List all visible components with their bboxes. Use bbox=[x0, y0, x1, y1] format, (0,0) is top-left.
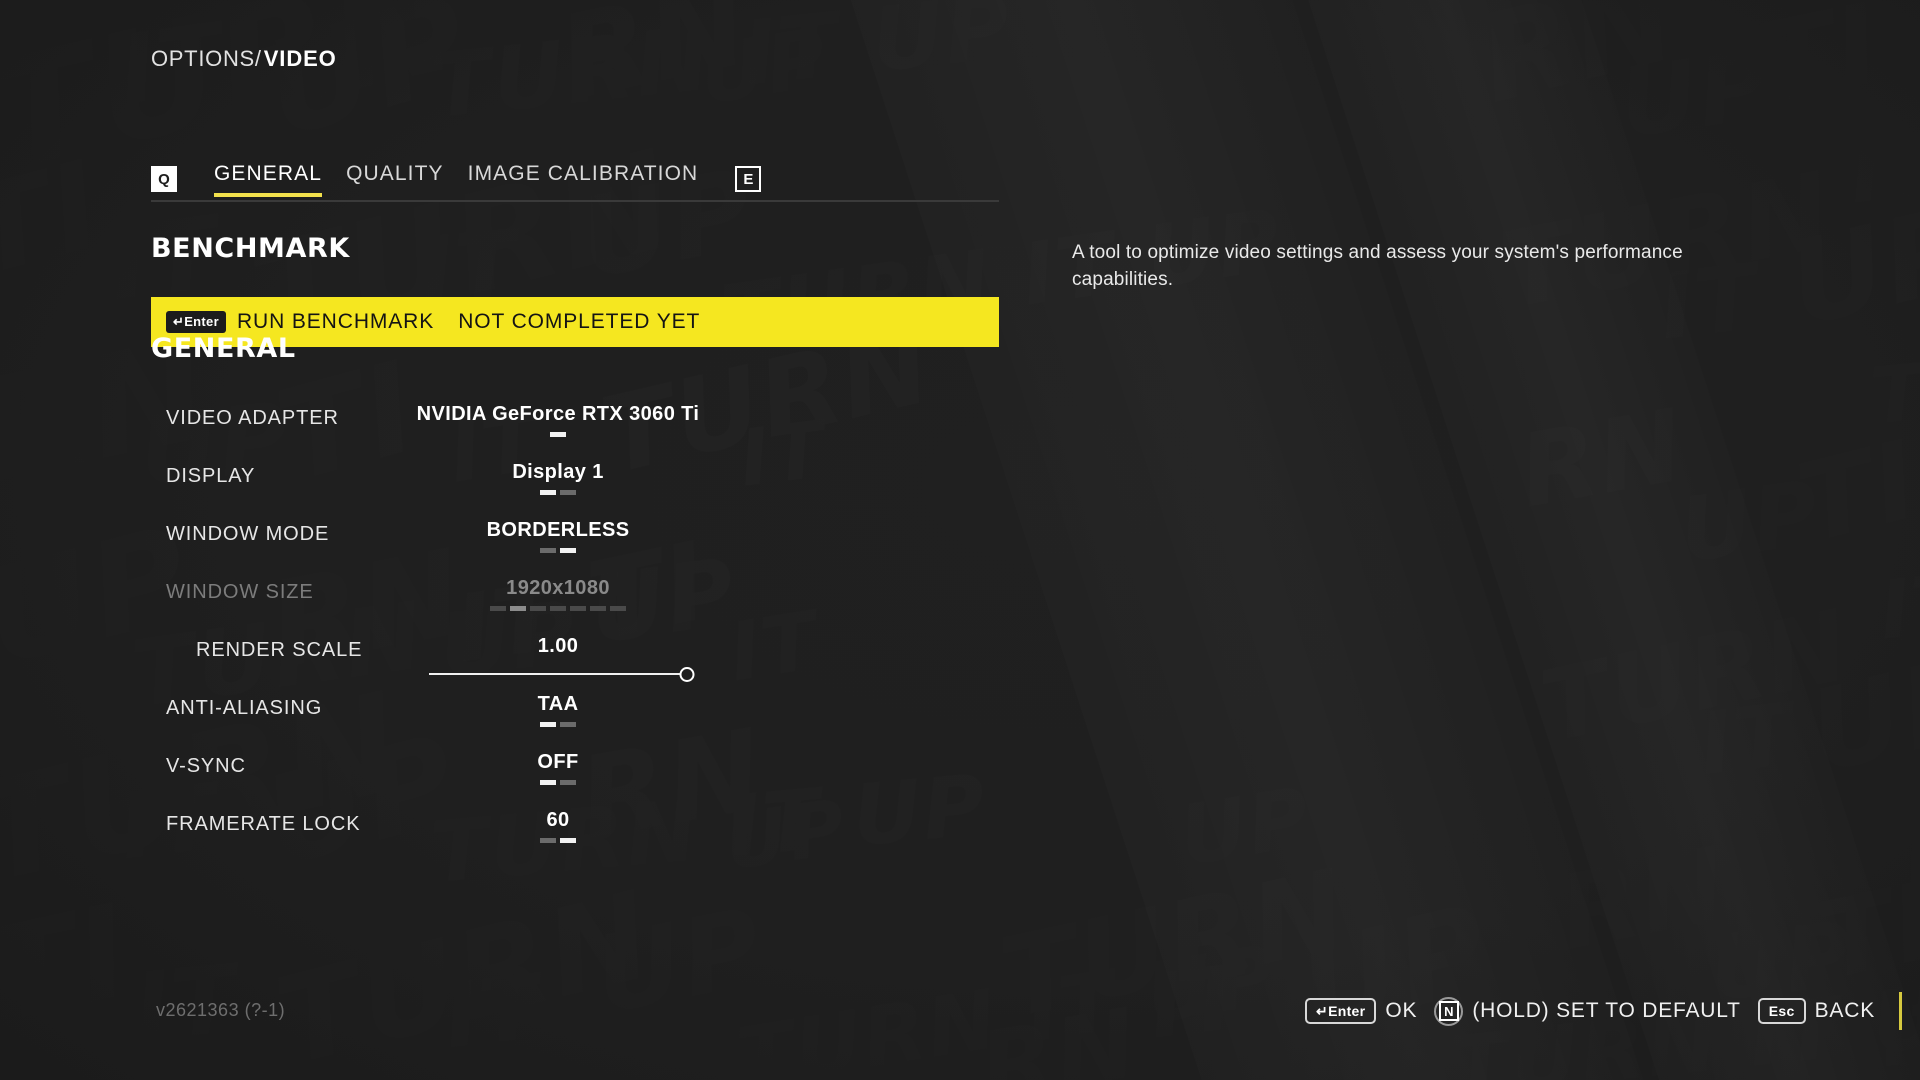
segment-tick bbox=[570, 606, 587, 611]
setting-row[interactable]: RENDER SCALE 1.00 bbox=[151, 632, 999, 690]
segment-tick bbox=[490, 606, 507, 611]
run-benchmark-label: RUN BENCHMARK bbox=[236, 310, 435, 333]
segment-tick bbox=[560, 838, 577, 843]
setting-control[interactable]: 1.00 bbox=[348, 635, 768, 682]
setting-control[interactable]: NVIDIA GeForce RTX 3060 Ti bbox=[348, 403, 768, 437]
settings-list: VIDEO ADAPTER NVIDIA GeForce RTX 3060 Ti D… bbox=[151, 400, 999, 864]
setting-segment-indicator[interactable] bbox=[540, 722, 577, 727]
setting-segment-indicator[interactable] bbox=[540, 548, 577, 553]
setting-label-render-scale: RENDER SCALE bbox=[196, 639, 363, 661]
footer-accent-bar bbox=[1899, 992, 1902, 1030]
setting-row[interactable]: V-SYNC OFF bbox=[151, 748, 999, 806]
setting-label-anti-aliasing: ANTI-ALIASING bbox=[166, 697, 323, 719]
setting-row[interactable]: FRAMERATE LOCK 60 bbox=[151, 806, 999, 864]
setting-control[interactable]: TAA bbox=[348, 693, 768, 727]
setting-row[interactable]: DISPLAY Display 1 bbox=[151, 458, 999, 516]
footer-hint-label: (HOLD) SET TO DEFAULT bbox=[1472, 999, 1741, 1022]
footer-hint-label: BACK bbox=[1814, 999, 1875, 1022]
segment-tick bbox=[540, 780, 557, 785]
setting-label-v-sync: V-SYNC bbox=[166, 755, 246, 777]
enter-key-icon: ↵Enter bbox=[166, 311, 226, 333]
setting-control[interactable]: BORDERLESS bbox=[348, 519, 768, 553]
breadcrumb: OPTIONS / VIDEO bbox=[151, 46, 337, 72]
setting-value: 1920x1080 bbox=[506, 577, 610, 599]
benchmark-status: NOT COMPLETED YET bbox=[458, 310, 701, 333]
key-badge-icon: Esc bbox=[1757, 998, 1806, 1024]
setting-value: 1.00 bbox=[537, 635, 579, 657]
setting-segment-indicator[interactable] bbox=[550, 432, 567, 437]
render-scale-slider[interactable] bbox=[429, 666, 695, 682]
footer-hint[interactable]: ↵Enter OK bbox=[1305, 998, 1434, 1024]
segment-tick bbox=[560, 548, 577, 553]
setting-segment-indicator bbox=[490, 606, 627, 611]
tab-bar-divider bbox=[151, 200, 999, 202]
tab-bar: Q GENERAL QUALITY IMAGE CALIBRATION E bbox=[151, 157, 999, 201]
segment-tick bbox=[540, 722, 557, 727]
segment-tick bbox=[560, 490, 577, 495]
video-options-screen: TURNITUPTURN IT UPRNUPTIITTURNITUPTURN I… bbox=[0, 0, 1920, 1080]
setting-control[interactable]: Display 1 bbox=[348, 461, 768, 495]
setting-row[interactable]: ANTI-ALIASING TAA bbox=[151, 690, 999, 748]
setting-segment-indicator[interactable] bbox=[540, 490, 577, 495]
tab-prev-key-icon[interactable]: Q bbox=[151, 166, 177, 192]
setting-row[interactable]: WINDOW MODE BORDERLESS bbox=[151, 516, 999, 574]
segment-tick bbox=[540, 548, 557, 553]
tab-image-calibration[interactable]: IMAGE CALIBRATION bbox=[468, 162, 699, 197]
breadcrumb-current: VIDEO bbox=[263, 46, 337, 71]
segment-tick bbox=[550, 606, 567, 611]
setting-row: WINDOW SIZE 1920x1080 bbox=[151, 574, 999, 632]
footer-hint[interactable]: Esc BACK bbox=[1757, 998, 1892, 1024]
setting-label-video-adapter: VIDEO ADAPTER bbox=[166, 407, 339, 429]
setting-control[interactable]: OFF bbox=[348, 751, 768, 785]
slider-track bbox=[429, 673, 688, 675]
segment-tick bbox=[540, 838, 557, 843]
key-badge-icon: ↵Enter bbox=[1305, 998, 1377, 1024]
version-label: v2621363 (?-1) bbox=[156, 1000, 286, 1020]
setting-control[interactable]: 60 bbox=[348, 809, 768, 843]
setting-value: BORDERLESS bbox=[486, 519, 630, 541]
slider-knob[interactable] bbox=[679, 667, 695, 682]
setting-label-display: DISPLAY bbox=[166, 465, 256, 487]
setting-description: A tool to optimize video settings and as… bbox=[1072, 242, 1683, 290]
setting-value: 60 bbox=[546, 809, 570, 831]
segment-tick bbox=[590, 606, 607, 611]
segment-tick bbox=[540, 490, 557, 495]
breadcrumb-parent[interactable]: OPTIONS bbox=[151, 46, 255, 72]
segment-tick bbox=[510, 606, 527, 611]
key-badge-letter: N bbox=[1438, 1001, 1459, 1021]
footer-key-hints: ↵Enter OK N (HOLD) SET TO DEFAULT Esc BACK bbox=[1305, 994, 1892, 1028]
setting-value: OFF bbox=[537, 751, 579, 773]
setting-label-framerate-lock: FRAMERATE LOCK bbox=[166, 813, 361, 835]
segment-tick bbox=[530, 606, 547, 611]
footer-hint[interactable]: N (HOLD) SET TO DEFAULT bbox=[1434, 996, 1757, 1026]
footer-hint-label: OK bbox=[1385, 999, 1418, 1022]
setting-segment-indicator[interactable] bbox=[540, 838, 577, 843]
segment-tick bbox=[550, 432, 567, 437]
setting-label-window-size: WINDOW SIZE bbox=[166, 581, 314, 603]
breadcrumb-separator: / bbox=[254, 46, 262, 71]
key-badge-n-icon: N bbox=[1434, 996, 1464, 1026]
tab-general[interactable]: GENERAL bbox=[214, 162, 323, 197]
section-title-benchmark: BENCHMARK bbox=[151, 233, 350, 264]
segment-tick bbox=[560, 780, 577, 785]
section-title-general: GENERAL bbox=[151, 333, 296, 364]
tab-next-key-icon[interactable]: E bbox=[735, 166, 762, 192]
setting-value: TAA bbox=[537, 693, 579, 715]
setting-value: NVIDIA GeForce RTX 3060 Ti bbox=[416, 403, 700, 425]
setting-control: 1920x1080 bbox=[348, 577, 768, 611]
segment-tick bbox=[560, 722, 577, 727]
tab-quality[interactable]: QUALITY bbox=[346, 162, 444, 197]
setting-label-window-mode: WINDOW MODE bbox=[166, 523, 330, 545]
segment-tick bbox=[610, 606, 627, 611]
setting-value: Display 1 bbox=[512, 461, 604, 483]
setting-segment-indicator[interactable] bbox=[540, 780, 577, 785]
setting-row[interactable]: VIDEO ADAPTER NVIDIA GeForce RTX 3060 Ti bbox=[151, 400, 999, 458]
